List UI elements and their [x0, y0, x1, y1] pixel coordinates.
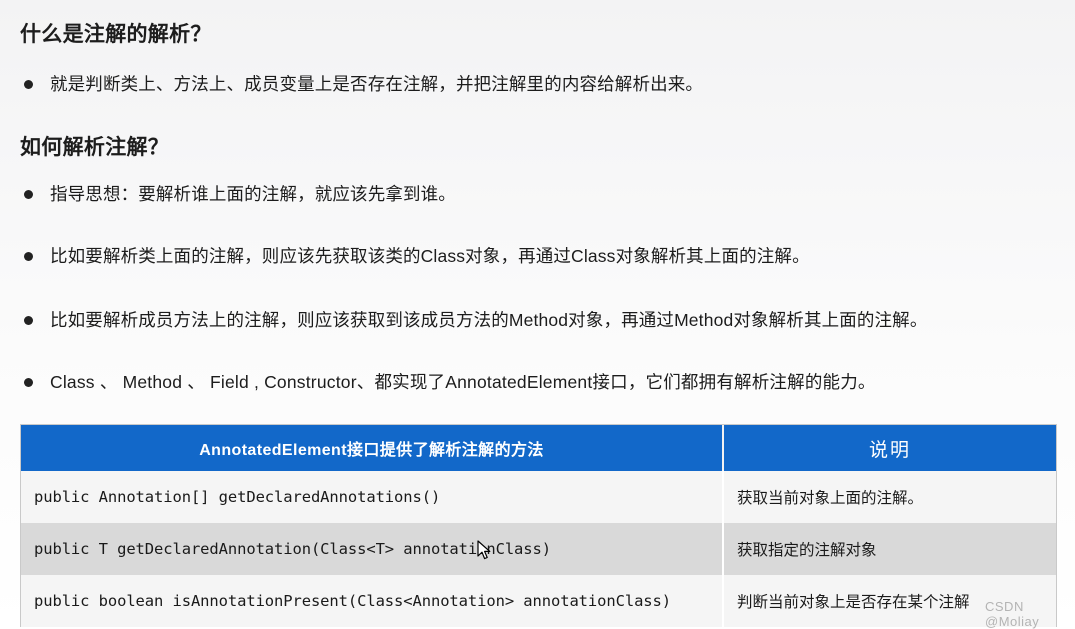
- bullet-item-label: 比如要解析成员方法上的注解，则应该获取到该成员方法的Method对象，再通过Me…: [50, 310, 928, 330]
- bullet-item-1: 指导思想：要解析谁上面的注解，就应该先拿到谁。: [20, 182, 456, 206]
- table-row: public T getDeclaredAnnotation(Class<T> …: [21, 523, 1056, 575]
- bullet-item-label: 就是判断类上、方法上、成员变量上是否存在注解，并把注解里的内容给解析出来。: [50, 74, 704, 94]
- bullet-item-2: 比如要解析类上面的注解，则应该先获取该类的Class对象，再通过Class对象解…: [20, 244, 810, 268]
- table-cell-description: 判断当前对象上是否存在某个注解: [723, 575, 1056, 627]
- annotated-element-api-table: AnnotatedElement接口提供了解析注解的方法 说明 public A…: [20, 424, 1057, 627]
- table-cell-description: 获取当前对象上面的注解。: [723, 471, 1056, 523]
- bullet-item-label: 指导思想：要解析谁上面的注解，就应该先拿到谁。: [50, 184, 456, 204]
- table-header-description: 说明: [723, 425, 1056, 471]
- table-header-row: AnnotatedElement接口提供了解析注解的方法 说明: [21, 425, 1056, 471]
- table-row: public Annotation[] getDeclaredAnnotatio…: [21, 471, 1056, 523]
- bullet-dot-icon: [24, 378, 33, 387]
- section-heading-what-is-annotation-parsing: 什么是注解的解析？: [20, 23, 212, 46]
- bullet-item-0: 就是判断类上、方法上、成员变量上是否存在注解，并把注解里的内容给解析出来。: [20, 72, 703, 96]
- bullet-dot-icon: [24, 190, 33, 199]
- section-heading-how-to-parse-annotation: 如何解析注解？: [20, 136, 170, 159]
- bullet-item-label: 比如要解析类上面的注解，则应该先获取该类的Class对象，再通过Class对象解…: [50, 246, 810, 266]
- page-root: 什么是注解的解析？ 如何解析注解？ 就是判断类上、方法上、成员变量上是否存在注解…: [0, 0, 1075, 629]
- table-row: public boolean isAnnotationPresent(Class…: [21, 575, 1056, 627]
- table-cell-method: public Annotation[] getDeclaredAnnotatio…: [21, 471, 724, 523]
- bullet-dot-icon: [24, 252, 33, 261]
- bullet-dot-icon: [24, 316, 33, 325]
- table-cell-method: public boolean isAnnotationPresent(Class…: [21, 575, 724, 627]
- bullet-item-4: Class 、 Method 、 Field , Constructor、都实现…: [20, 370, 876, 394]
- bullet-item-label: Class 、 Method 、 Field , Constructor、都实现…: [50, 372, 876, 392]
- table-cell-method: public T getDeclaredAnnotation(Class<T> …: [21, 523, 724, 575]
- bullet-dot-icon: [24, 80, 33, 89]
- table-cell-description: 获取指定的注解对象: [723, 523, 1056, 575]
- table-header-method: AnnotatedElement接口提供了解析注解的方法: [21, 425, 724, 471]
- bullet-item-3: 比如要解析成员方法上的注解，则应该获取到该成员方法的Method对象，再通过Me…: [20, 308, 928, 332]
